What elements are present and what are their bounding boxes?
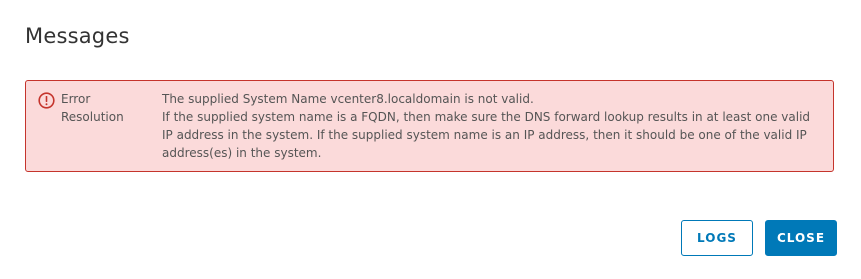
resolution-label: Resolution bbox=[61, 110, 124, 124]
alert-labels: Error Resolution bbox=[61, 90, 124, 126]
error-message: The supplied System Name vcenter8.locald… bbox=[162, 92, 534, 106]
close-button[interactable]: CLOSE bbox=[765, 220, 837, 256]
logs-button[interactable]: LOGS bbox=[681, 220, 753, 256]
alert-text: The supplied System Name vcenter8.locald… bbox=[162, 90, 822, 162]
resolution-message: If the supplied system name is a FQDN, t… bbox=[162, 110, 811, 160]
dialog-title: Messages bbox=[25, 24, 130, 48]
error-circle-icon bbox=[38, 92, 55, 109]
error-label: Error bbox=[61, 92, 91, 106]
error-alert: Error Resolution The supplied System Nam… bbox=[25, 80, 834, 172]
